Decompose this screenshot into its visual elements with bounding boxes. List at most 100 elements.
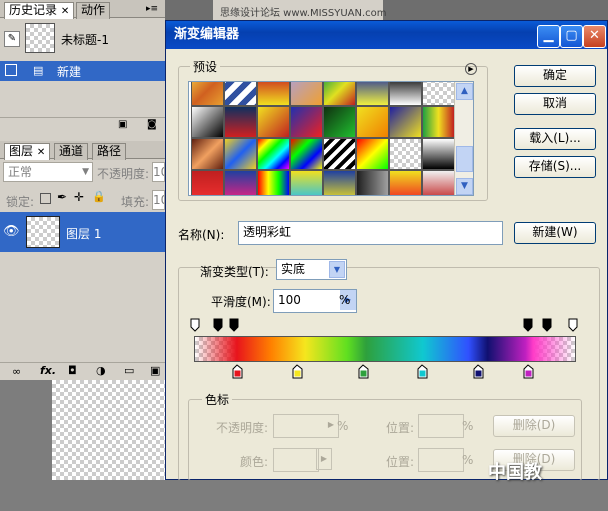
tab-actions[interactable]: 动作	[76, 2, 111, 19]
history-brush-icon[interactable]: ✎	[4, 31, 20, 47]
preset-swatch[interactable]	[323, 106, 356, 138]
preset-swatch[interactable]	[389, 106, 422, 138]
smoothness-label: 平滑度(M):	[211, 295, 271, 309]
preset-swatch[interactable]	[191, 170, 224, 195]
history-snapshot-row[interactable]: ✎ 未标题-1	[0, 19, 165, 59]
color-stop[interactable]	[523, 364, 534, 379]
ok-button[interactable]: 确定	[514, 65, 596, 87]
scroll-down-icon[interactable]: ▼	[456, 178, 473, 195]
presets-scrollbar[interactable]: ▲ ▼	[454, 82, 473, 195]
close-button[interactable]: ✕	[583, 25, 606, 48]
minimize-button[interactable]: ▁	[537, 25, 560, 48]
name-input[interactable]: 透明彩虹	[238, 221, 503, 245]
blend-mode-select[interactable]: 正常 ▼	[3, 162, 93, 182]
preset-swatch[interactable]	[422, 82, 455, 106]
presets-menu-arrow-icon[interactable]: ▶	[465, 63, 477, 75]
layer-row[interactable]: 👁 图层 1	[0, 212, 165, 252]
lock-pixels-brush-icon[interactable]: ✒	[57, 190, 67, 204]
preset-swatch[interactable]	[356, 106, 389, 138]
preset-swatch[interactable]	[191, 106, 224, 138]
preset-swatch[interactable]	[191, 138, 224, 170]
tab-paths[interactable]: 路径	[92, 143, 127, 160]
eye-icon[interactable]: 👁	[3, 224, 20, 239]
preset-swatch[interactable]	[224, 82, 257, 106]
preset-swatch[interactable]	[257, 138, 290, 170]
preset-swatch[interactable]	[422, 106, 455, 138]
stop-opacity-position-label: 位置:	[386, 421, 415, 435]
preset-swatch[interactable]	[191, 82, 224, 106]
chevron-down-icon: ▼	[82, 167, 89, 177]
close-icon[interactable]: ✕	[37, 147, 45, 158]
gradient-type-select[interactable]: 实底 ▼	[276, 259, 347, 280]
fx-icon[interactable]: fx.	[40, 364, 56, 377]
preset-swatch[interactable]	[356, 82, 389, 106]
new-document-from-state-icon[interactable]: ▣	[118, 119, 127, 130]
load-button[interactable]: 载入(L)...	[514, 128, 596, 150]
history-bottom-toolbar: ▣ ◙	[0, 117, 165, 133]
opacity-stop[interactable]	[523, 318, 533, 332]
tab-channels[interactable]: 通道	[54, 143, 89, 160]
link-layers-icon[interactable]: ∞	[12, 365, 21, 378]
preset-swatch[interactable]	[356, 170, 389, 195]
preset-swatch[interactable]	[290, 106, 323, 138]
tab-layers[interactable]: 图层 ✕	[4, 143, 51, 160]
preset-swatch[interactable]	[323, 82, 356, 106]
opacity-stop[interactable]	[213, 318, 223, 332]
lock-position-move-icon[interactable]: ✛	[74, 190, 84, 204]
preset-swatch[interactable]	[224, 138, 257, 170]
lock-transparency-icon[interactable]	[40, 193, 51, 204]
preset-swatch[interactable]	[290, 82, 323, 106]
color-stop[interactable]	[292, 364, 303, 379]
scroll-thumb[interactable]	[456, 146, 473, 172]
preset-swatch[interactable]	[323, 138, 356, 170]
camera-icon[interactable]: ◙	[147, 119, 157, 130]
preset-swatch[interactable]	[389, 138, 422, 170]
new-layer-icon[interactable]: ▣	[150, 364, 160, 377]
layers-bottom-toolbar: ∞ fx. ◘ ◑ ▭ ▣	[0, 362, 165, 380]
lock-all-icon[interactable]: 🔒	[92, 190, 106, 203]
fill-input[interactable]: 10	[152, 190, 165, 210]
color-stop[interactable]	[473, 364, 484, 379]
bottom-band	[0, 480, 608, 511]
stop-opacity-percent: %	[337, 419, 349, 433]
preset-swatch[interactable]	[257, 82, 290, 106]
preset-swatch[interactable]	[422, 170, 455, 195]
preset-swatch[interactable]	[257, 106, 290, 138]
preset-swatch[interactable]	[224, 106, 257, 138]
preset-swatch[interactable]	[290, 138, 323, 170]
opacity-input[interactable]: 10	[152, 162, 165, 182]
preset-swatch[interactable]	[422, 138, 455, 170]
preset-swatch[interactable]	[257, 170, 290, 195]
panel-menu-icon[interactable]: ▸≡	[146, 4, 158, 14]
canvas-gray-area	[0, 380, 52, 480]
preset-swatch[interactable]	[356, 138, 389, 170]
new-group-icon[interactable]: ▭	[124, 364, 134, 377]
delete-opacity-stop-button: 删除(D)	[493, 415, 575, 437]
adjustment-layer-icon[interactable]: ◑	[96, 364, 106, 377]
stop-opacity-arrow-icon: ▶	[327, 420, 334, 429]
opacity-stop[interactable]	[190, 318, 200, 332]
opacity-stop[interactable]	[542, 318, 552, 332]
cancel-button[interactable]: 取消	[514, 93, 596, 115]
add-mask-icon[interactable]: ◘	[68, 364, 77, 377]
maximize-button[interactable]: ▢	[560, 25, 583, 48]
checkbox-icon[interactable]	[5, 64, 17, 76]
color-stop[interactable]	[232, 364, 243, 379]
close-icon[interactable]: ✕	[61, 6, 69, 17]
save-button[interactable]: 存储(S)...	[514, 156, 596, 178]
preset-swatch[interactable]	[323, 170, 356, 195]
preset-swatch[interactable]	[389, 82, 422, 106]
opacity-stop[interactable]	[568, 318, 578, 332]
scroll-up-icon[interactable]: ▲	[456, 83, 473, 100]
history-item-new[interactable]: ▤ 新建	[0, 61, 165, 81]
preset-swatch[interactable]	[290, 170, 323, 195]
gradient-preview-bar[interactable]	[194, 336, 576, 362]
opacity-label: 不透明度:	[97, 167, 150, 181]
color-stop[interactable]	[358, 364, 369, 379]
new-button[interactable]: 新建(W)	[514, 222, 596, 244]
preset-swatch[interactable]	[224, 170, 257, 195]
opacity-stop[interactable]	[229, 318, 239, 332]
color-stop[interactable]	[417, 364, 428, 379]
tab-history[interactable]: 历史记录 ✕	[4, 2, 75, 19]
preset-swatch[interactable]	[389, 170, 422, 195]
